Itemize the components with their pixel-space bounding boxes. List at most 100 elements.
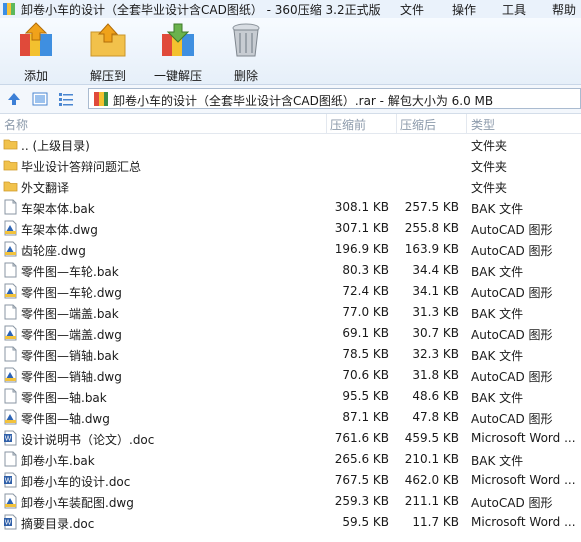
extract-to-button-label: 解压到 — [89, 69, 126, 83]
file-packed-size: 30.7 KB — [412, 326, 459, 340]
menu-help[interactable]: 帮助 — [552, 1, 576, 18]
file-packed-size: 210.1 KB — [404, 452, 459, 466]
file-type: BAK 文件 — [471, 391, 524, 405]
column-type[interactable]: 类型 — [471, 116, 495, 133]
delete-button-label: 删除 — [233, 69, 258, 83]
file-name: 卸卷小车.bak — [21, 454, 95, 468]
extract-to-icon — [90, 23, 126, 57]
file-row[interactable]: 卸卷小车.bak 265.6 KB 210.1 KB BAK 文件 — [0, 449, 581, 470]
add-archive-icon — [20, 22, 52, 56]
file-packed-size: 47.8 KB — [412, 410, 459, 424]
word-document-icon: W — [3, 472, 18, 488]
file-packed-size: 31.3 KB — [412, 305, 459, 319]
file-row[interactable]: 外文翻译 文件夹 — [0, 176, 581, 197]
add-button[interactable]: 添加 — [10, 22, 62, 83]
delete-button[interactable]: 删除 — [222, 22, 270, 83]
file-size: 265.6 KB — [334, 452, 389, 466]
trash-icon — [232, 23, 260, 57]
thumbnail-view-icon[interactable] — [32, 91, 48, 107]
file-type: BAK 文件 — [471, 349, 524, 363]
file-row[interactable]: .. (上级目录) 文件夹 — [0, 134, 581, 155]
file-type: AutoCAD 图形 — [471, 223, 553, 237]
file-type: Microsoft Word ... — [471, 515, 576, 529]
column-packed[interactable]: 压缩后 — [400, 116, 436, 133]
menu-file[interactable]: 文件 — [400, 1, 424, 18]
add-button-label: 添加 — [23, 69, 48, 83]
menu-tools[interactable]: 工具 — [502, 1, 526, 18]
file-packed-size: 31.8 KB — [412, 368, 459, 382]
file-type: BAK 文件 — [471, 454, 524, 468]
file-size: 78.5 KB — [342, 347, 389, 361]
file-type: AutoCAD 图形 — [471, 286, 553, 300]
file-packed-size: 34.4 KB — [412, 263, 459, 277]
file-row[interactable]: 零件图—销轴.bak 78.5 KB 32.3 KB BAK 文件 — [0, 344, 581, 365]
title-bar: 卸卷小车的设计（全套毕业设计含CAD图纸） - 360压缩 3.2正式版 文件 … — [0, 0, 581, 18]
archive-path-text: 卸卷小车的设计（全套毕业设计含CAD图纸）.rar - 解包大小为 6.0 MB — [113, 94, 494, 108]
file-type: Microsoft Word ... — [471, 473, 576, 487]
up-arrow-icon[interactable] — [6, 91, 22, 107]
file-row[interactable]: W 卸卷小车的设计.doc 767.5 KB 462.0 KB Microsoft Wo… — [0, 470, 581, 491]
address-bar: 卸卷小车的设计（全套毕业设计含CAD图纸）.rar - 解包大小为 6.0 MB — [0, 85, 581, 114]
svg-text:W: W — [5, 520, 12, 527]
file-row[interactable]: 车架本体.dwg 307.1 KB 255.8 KB AutoCAD 图形 — [0, 218, 581, 239]
file-row[interactable]: 车架本体.bak 308.1 KB 257.5 KB BAK 文件 — [0, 197, 581, 218]
folder-icon — [3, 136, 18, 152]
file-size: 259.3 KB — [334, 494, 389, 508]
file-name: 零件图—车轮.dwg — [21, 286, 122, 300]
column-size[interactable]: 压缩前 — [330, 116, 366, 133]
one-click-extract-icon — [162, 23, 194, 56]
file-name: 零件图—销轴.bak — [21, 349, 119, 363]
file-name: 零件图—车轮.bak — [21, 265, 119, 279]
file-row[interactable]: 零件图—轴.dwg 87.1 KB 47.8 KB AutoCAD 图形 — [0, 407, 581, 428]
file-type: AutoCAD 图形 — [471, 496, 553, 510]
file-size: 59.5 KB — [342, 515, 389, 529]
file-row[interactable]: 零件图—销轴.dwg 70.6 KB 31.8 KB AutoCAD 图形 — [0, 365, 581, 386]
file-packed-size: 48.6 KB — [412, 389, 459, 403]
autocad-file-icon — [3, 493, 18, 509]
list-view-icon[interactable] — [58, 91, 74, 107]
path-field[interactable]: 卸卷小车的设计（全套毕业设计含CAD图纸）.rar - 解包大小为 6.0 MB — [88, 88, 581, 109]
file-type: BAK 文件 — [471, 307, 524, 321]
file-name: 零件图—端盖.bak — [21, 307, 119, 321]
file-size: 70.6 KB — [342, 368, 389, 382]
autocad-file-icon — [3, 367, 18, 383]
column-divider[interactable] — [326, 114, 327, 133]
file-size: 69.1 KB — [342, 326, 389, 340]
file-packed-size: 211.1 KB — [404, 494, 459, 508]
file-row[interactable]: 零件图—车轮.dwg 72.4 KB 34.1 KB AutoCAD 图形 — [0, 281, 581, 302]
file-type: 文件夹 — [471, 181, 508, 195]
file-icon — [3, 388, 18, 404]
file-row[interactable]: 零件图—端盖.dwg 69.1 KB 30.7 KB AutoCAD 图形 — [0, 323, 581, 344]
file-packed-size: 34.1 KB — [412, 284, 459, 298]
file-type: BAK 文件 — [471, 265, 524, 279]
file-row[interactable]: 毕业设计答辩问题汇总 文件夹 — [0, 155, 581, 176]
file-row[interactable]: 零件图—轴.bak 95.5 KB 48.6 KB BAK 文件 — [0, 386, 581, 407]
file-row[interactable]: 零件图—端盖.bak 77.0 KB 31.3 KB BAK 文件 — [0, 302, 581, 323]
autocad-file-icon — [3, 325, 18, 341]
file-size: 307.1 KB — [334, 221, 389, 235]
menu-operate[interactable]: 操作 — [452, 1, 476, 18]
column-divider[interactable] — [466, 114, 467, 133]
file-size: 72.4 KB — [342, 284, 389, 298]
autocad-file-icon — [3, 409, 18, 425]
file-name: 零件图—轴.bak — [21, 391, 107, 405]
file-size: 80.3 KB — [342, 263, 389, 277]
file-type: Microsoft Word ... — [471, 431, 576, 445]
one-click-extract-button-label: 一键解压 — [153, 69, 202, 83]
file-row[interactable]: 齿轮座.dwg 196.9 KB 163.9 KB AutoCAD 图形 — [0, 239, 581, 260]
file-size: 87.1 KB — [342, 410, 389, 424]
file-icon — [3, 346, 18, 362]
file-name: 零件图—端盖.dwg — [21, 328, 122, 342]
file-row[interactable]: 零件图—车轮.bak 80.3 KB 34.4 KB BAK 文件 — [0, 260, 581, 281]
one-click-extract-button[interactable]: 一键解压 — [148, 22, 208, 83]
file-type: AutoCAD 图形 — [471, 244, 553, 258]
column-divider[interactable] — [396, 114, 397, 133]
autocad-file-icon — [3, 241, 18, 257]
column-name[interactable]: 名称 — [4, 116, 28, 133]
file-row[interactable]: W 摘要目录.doc 59.5 KB 11.7 KB Microsoft Word ..… — [0, 512, 581, 533]
file-packed-size: 257.5 KB — [404, 200, 459, 214]
column-header: 名称 压缩前 压缩后 类型 — [0, 114, 581, 134]
file-row[interactable]: W 设计说明书（论文）.doc 761.6 KB 459.5 KB Microsoft … — [0, 428, 581, 449]
file-row[interactable]: 卸卷小车装配图.dwg 259.3 KB 211.1 KB AutoCAD 图形 — [0, 491, 581, 512]
extract-to-button[interactable]: 解压到 — [82, 22, 134, 83]
